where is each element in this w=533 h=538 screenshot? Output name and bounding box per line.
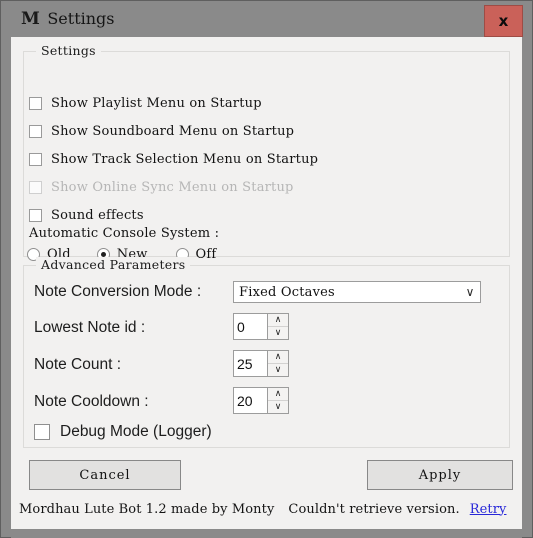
stepper-up-icon[interactable]: ∧	[268, 314, 288, 327]
note-cooldown-label: Note Cooldown :	[34, 393, 149, 410]
checkbox-box[interactable]	[29, 124, 42, 138]
stepper-buttons: ∧ ∨	[267, 313, 289, 340]
version-message-text: Couldn't retrieve version.	[288, 501, 460, 517]
checkbox-label: Show Soundboard Menu on Startup	[51, 123, 295, 139]
title-bar-left: M Settings	[21, 1, 115, 37]
stepper-down-icon[interactable]: ∨	[268, 401, 288, 413]
window-title: Settings	[47, 9, 115, 28]
status-bar: Mordhau Lute Bot 1.2 made by Monty Could…	[11, 497, 522, 521]
checkbox-show-soundboard-menu[interactable]: Show Soundboard Menu on Startup	[29, 121, 294, 141]
apply-button[interactable]: Apply	[367, 460, 513, 490]
checkbox-label: Sound effects	[51, 207, 144, 223]
dropdown-value: Fixed Octaves	[239, 284, 335, 300]
checkbox-label: Show Track Selection Menu on Startup	[51, 151, 319, 167]
note-count-label: Note Count :	[34, 356, 122, 373]
checkbox-box	[29, 180, 42, 194]
lowest-note-id-label: Lowest Note id :	[34, 319, 146, 336]
stepper-buttons: ∧ ∨	[267, 350, 289, 377]
stepper-down-icon[interactable]: ∨	[268, 364, 288, 376]
chevron-down-icon: ∨	[465, 285, 475, 299]
note-conversion-mode-label: Note Conversion Mode :	[34, 283, 202, 300]
client-area: Settings Show Playlist Menu on Startup S…	[11, 37, 522, 529]
checkbox-label: Debug Mode (Logger)	[60, 423, 212, 440]
stepper-buttons: ∧ ∨	[267, 387, 289, 414]
advanced-group-title: Advanced Parameters	[36, 257, 191, 272]
checkbox-box[interactable]	[29, 208, 42, 222]
checkbox-label: Show Online Sync Menu on Startup	[51, 179, 294, 195]
note-count-stepper[interactable]: 25 ∧ ∨	[233, 350, 289, 377]
close-icon: x	[498, 11, 509, 30]
checkbox-show-online-sync-menu: Show Online Sync Menu on Startup	[29, 177, 294, 197]
title-bar: M Settings x	[1, 1, 532, 37]
note-conversion-mode-dropdown[interactable]: Fixed Octaves ∨	[233, 281, 481, 303]
settings-group-title: Settings	[36, 43, 101, 58]
radio-label: Off	[195, 246, 217, 262]
stepper-up-icon[interactable]: ∧	[268, 388, 288, 401]
checkbox-show-track-selection-menu[interactable]: Show Track Selection Menu on Startup	[29, 149, 318, 169]
checkbox-label: Show Playlist Menu on Startup	[51, 95, 262, 111]
automatic-console-system-label: Automatic Console System :	[29, 226, 220, 241]
app-info-text: Mordhau Lute Bot 1.2 made by Monty	[19, 501, 275, 517]
lowest-note-id-stepper[interactable]: 0 ∧ ∨	[233, 313, 289, 340]
stepper-input[interactable]: 25	[233, 350, 267, 377]
note-cooldown-stepper[interactable]: 20 ∧ ∨	[233, 387, 289, 414]
app-logo-icon: M	[21, 8, 40, 29]
checkbox-show-playlist-menu[interactable]: Show Playlist Menu on Startup	[29, 93, 262, 113]
checkbox-sound-effects[interactable]: Sound effects	[29, 205, 144, 225]
window-bottom-strip	[11, 529, 522, 538]
checkbox-box[interactable]	[29, 152, 42, 166]
settings-window: M Settings x Settings Show Playlist Menu…	[0, 0, 533, 538]
cancel-button[interactable]: Cancel	[29, 460, 181, 490]
checkbox-box[interactable]	[29, 96, 42, 110]
checkbox-box[interactable]	[34, 424, 50, 440]
stepper-up-icon[interactable]: ∧	[268, 351, 288, 364]
checkbox-debug-mode[interactable]: Debug Mode (Logger)	[34, 423, 212, 441]
stepper-down-icon[interactable]: ∨	[268, 327, 288, 339]
close-button[interactable]: x	[484, 5, 523, 37]
retry-link[interactable]: Retry	[460, 502, 507, 517]
stepper-input[interactable]: 0	[233, 313, 267, 340]
stepper-input[interactable]: 20	[233, 387, 267, 414]
